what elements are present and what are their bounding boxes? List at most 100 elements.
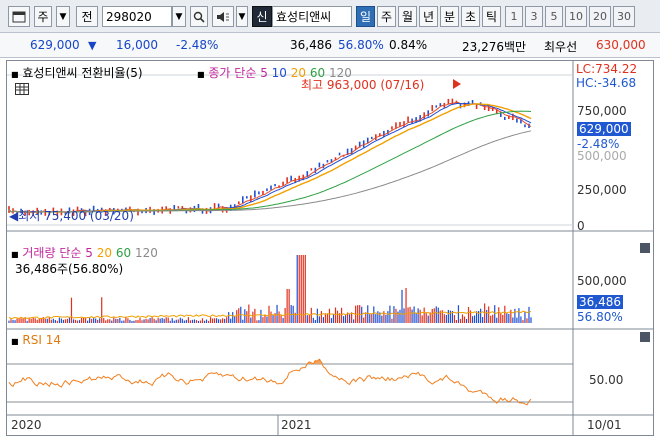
volume-bar: [524, 311, 526, 323]
rsi-title-text: RSI 14: [22, 333, 61, 347]
sound-dropdown-icon[interactable]: ▼: [236, 6, 248, 27]
price-candle: [290, 175, 292, 182]
volume-bar: [336, 310, 339, 323]
volume-bar: [68, 317, 71, 323]
tab-4[interactable]: 년: [419, 6, 438, 27]
code-dropdown-icon[interactable]: ▼: [172, 6, 186, 27]
volume-bar: [326, 314, 329, 323]
window-icon[interactable]: [8, 6, 30, 27]
tab-5[interactable]: 분: [440, 6, 459, 27]
volume-bar: [407, 307, 409, 323]
volume-bar: [46, 318, 48, 323]
period-dropdown-icon[interactable]: ▼: [56, 6, 70, 27]
volume-bar: [455, 320, 458, 323]
volume-bar: [516, 317, 518, 323]
volume-bar: [189, 320, 191, 323]
rsi-tick-50: 50.00: [589, 373, 624, 387]
volume-bar: [48, 317, 50, 323]
chart-frame[interactable]: ■ 효성티앤씨 전환비율(5) ■ 종가 단순 5 10 20 60 120 최…: [6, 60, 654, 436]
price-ma-10: 10: [271, 66, 287, 80]
price-current-box: 629,000: [577, 122, 631, 136]
volume-bar: [109, 319, 111, 323]
code-input[interactable]: 298020: [102, 6, 172, 27]
volume-bar: [270, 311, 272, 323]
volume-bar: [238, 308, 240, 323]
volume-bar: [242, 319, 244, 323]
best-price: 630,000: [596, 38, 646, 52]
volume-bar: [276, 304, 278, 323]
volume-bar: [91, 318, 93, 323]
new-button[interactable]: 신: [252, 6, 272, 27]
price-series-group: [8, 79, 532, 217]
ma60-line: [8, 110, 532, 213]
volume-bar: [228, 312, 230, 323]
volume-bar: [512, 317, 514, 323]
volume-bar: [433, 308, 435, 323]
volume-bar: [447, 309, 449, 323]
down-arrow-icon: ▼: [88, 39, 97, 52]
price-candle: [258, 191, 260, 195]
grid-toggle-icon[interactable]: [15, 83, 29, 95]
interval-button-10[interactable]: 10: [565, 6, 587, 27]
volume-value: 36,486: [290, 38, 332, 52]
volume-bar: [58, 317, 60, 323]
volume-bar: [107, 319, 109, 323]
price-tick-0: 0: [577, 219, 585, 233]
interval-button-3[interactable]: 3: [525, 6, 543, 27]
volume-bar: [306, 315, 308, 323]
volume-tick-500000: 500,000: [577, 274, 627, 288]
volume-bar: [324, 313, 327, 323]
volume-bar: [222, 318, 224, 323]
volume-bar: [115, 318, 117, 323]
interval-button-20[interactable]: 20: [589, 6, 611, 27]
interval-button-30[interactable]: 30: [613, 6, 635, 27]
volume-bar: [72, 319, 75, 323]
interval-button-5[interactable]: 5: [545, 6, 563, 27]
volume-bar: [135, 320, 137, 323]
tab-7[interactable]: 틱: [482, 6, 501, 27]
volume-bar: [375, 314, 377, 323]
volume-bar: [64, 319, 67, 323]
turnover-rate: 0.84%: [389, 38, 428, 52]
volume-bar: [197, 320, 200, 323]
volume-ma-label: 단순: [59, 246, 82, 260]
volume-bar: [260, 309, 262, 323]
volume-bar: [500, 312, 502, 323]
price-candle: [241, 196, 244, 204]
volume-bar: [373, 306, 375, 323]
volume-bar: [480, 308, 482, 323]
volume-bar: [282, 317, 284, 323]
volume-bar: [147, 319, 149, 323]
volume-bar: [405, 287, 407, 323]
rsi-panel-maximize-icon[interactable]: [640, 332, 650, 342]
price-candle: [391, 126, 393, 130]
volume-bar: [127, 318, 129, 323]
price-candle: [399, 121, 401, 127]
volume-bar: [32, 317, 34, 323]
volume-bar: [111, 320, 113, 323]
search-icon[interactable]: [190, 6, 208, 27]
tab-1[interactable]: 일: [356, 6, 375, 27]
volume-bar: [344, 315, 347, 323]
price-ma-label: 종가 단순: [208, 66, 257, 80]
volume-bar: [80, 317, 83, 323]
sound-icon[interactable]: [212, 6, 234, 27]
tab-6[interactable]: 초: [461, 6, 480, 27]
tab-3[interactable]: 월: [398, 6, 417, 27]
volume-bar: [492, 314, 494, 323]
price-change: 16,000: [116, 38, 158, 52]
volume-bar: [161, 317, 163, 323]
volume-bar: [367, 305, 369, 323]
volume-bar: [419, 309, 421, 323]
volume-panel-maximize-icon[interactable]: [640, 243, 650, 253]
volume-bar: [62, 319, 65, 323]
interval-button-1[interactable]: 1: [505, 6, 523, 27]
volume-bar: [314, 319, 316, 323]
volume-bar: [50, 319, 52, 323]
tab-2[interactable]: 주: [377, 6, 396, 27]
volume-bar: [181, 318, 183, 323]
volume-bar: [425, 312, 427, 323]
volume-bar: [302, 255, 304, 323]
prefix-button[interactable]: 전: [76, 6, 98, 27]
period-button[interactable]: 주: [34, 6, 52, 27]
